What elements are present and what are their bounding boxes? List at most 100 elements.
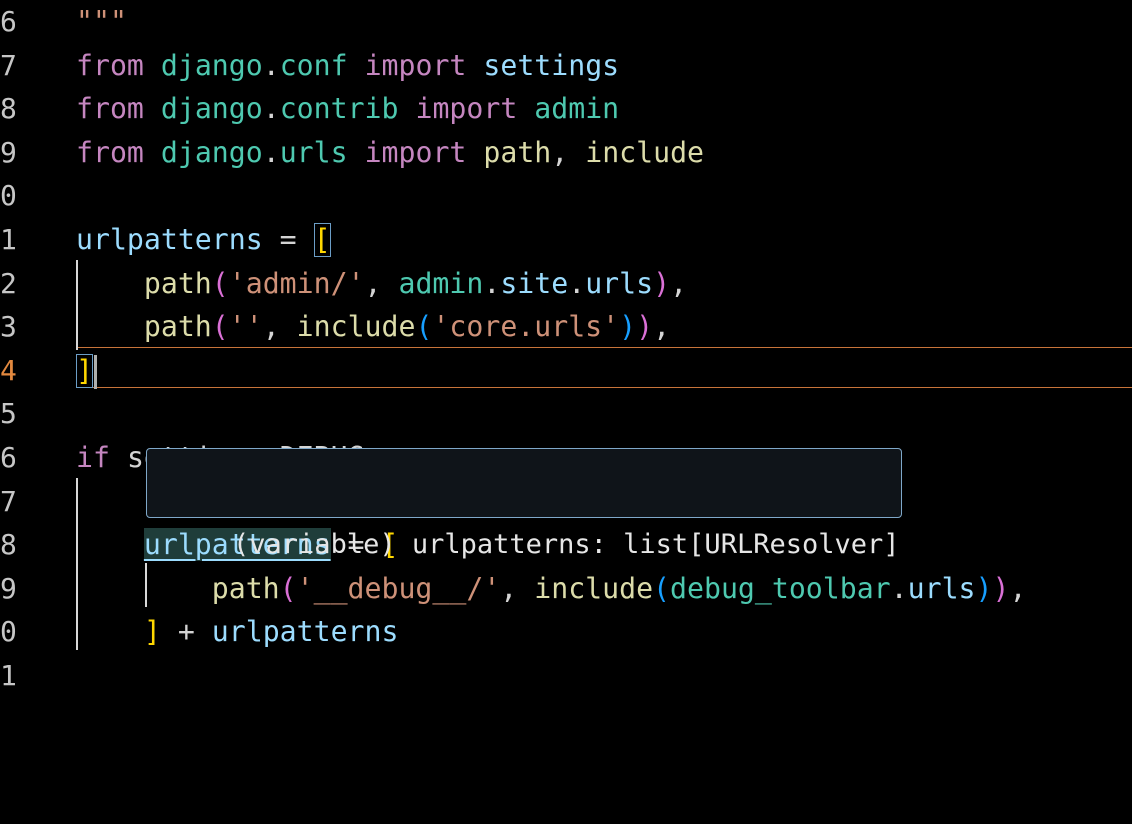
code-token: import — [364, 48, 467, 82]
indent-guide — [76, 478, 78, 650]
code-token: ) — [653, 266, 671, 300]
code-token: site — [500, 266, 569, 300]
code-token: ) — [975, 571, 993, 605]
hover-tooltip: (variable) urlpatterns: list[URLResolver… — [146, 448, 902, 560]
indent-guide — [145, 563, 147, 607]
line-number: 6 — [0, 441, 17, 474]
code-line[interactable]: 1 urlpatterns = [ — [0, 218, 1132, 262]
line-code[interactable]: ] + urlpatterns — [76, 610, 399, 654]
code-token: ) — [636, 310, 654, 344]
code-line[interactable]: 5 — [0, 392, 1132, 436]
code-token: '' — [228, 310, 263, 344]
line-code[interactable]: from django.contrib import admin — [76, 87, 619, 131]
line-number: 9 — [0, 135, 17, 169]
line-number: 2 — [0, 266, 17, 300]
code-token: , — [653, 310, 671, 344]
line-code[interactable]: from django.urls import path, include — [76, 131, 704, 175]
matched-bracket: [ — [313, 223, 331, 257]
code-token: django — [160, 48, 263, 82]
code-token: include — [585, 135, 705, 169]
line-code[interactable]: ] — [76, 349, 97, 393]
line-code[interactable]: from django.conf import settings — [76, 44, 619, 88]
code-token: . — [262, 48, 280, 82]
code-token: ( — [211, 266, 229, 300]
code-token: if — [76, 441, 110, 474]
code-line[interactable]: 2 path('admin/', admin.site.urls), — [0, 262, 1132, 306]
code-token: ) — [619, 310, 637, 344]
code-token: . — [262, 135, 280, 169]
code-line[interactable]: 0 — [0, 174, 1132, 218]
line-number: 0 — [0, 179, 17, 213]
code-token: admin — [398, 266, 484, 300]
line-code[interactable]: """ — [76, 0, 127, 44]
code-line[interactable]: 3 path('', include('core.urls')), — [0, 305, 1132, 349]
code-token: ( — [415, 310, 433, 344]
code-line[interactable]: 4] — [0, 349, 1132, 393]
code-token: path — [483, 135, 552, 169]
code-token: , — [670, 266, 688, 300]
code-token: , — [1009, 571, 1027, 605]
code-token: urlpatterns — [76, 223, 263, 256]
code-token: . — [262, 92, 280, 126]
code-token: from — [76, 135, 144, 169]
code-token: django — [160, 135, 263, 169]
code-token: . — [483, 266, 501, 300]
line-code[interactable]: urlpatterns = [ — [76, 218, 331, 262]
code-token: urlpatterns — [211, 615, 399, 649]
code-token: ] — [143, 615, 161, 649]
code-token: """ — [76, 5, 127, 38]
line-number: 1 — [0, 223, 17, 256]
code-token: ) — [992, 571, 1010, 605]
line-number: 5 — [0, 397, 17, 431]
code-line[interactable]: 9 from django.urls import path, include — [0, 131, 1132, 175]
code-token: import — [364, 135, 467, 169]
code-token: import — [415, 92, 518, 126]
line-number: 8 — [0, 92, 17, 126]
code-editor[interactable]: 6 """ 7 from django.conf import settings 8 fr… — [0, 0, 1132, 824]
code-token: contrib — [279, 92, 399, 126]
line-number: 0 — [0, 615, 17, 649]
code-token: django — [160, 92, 263, 126]
line-number: 6 — [0, 5, 17, 38]
code-token: conf — [279, 48, 348, 82]
line-number: 7 — [0, 484, 17, 518]
code-line[interactable]: 7 from django.conf import settings — [0, 44, 1132, 88]
code-token: path — [143, 266, 212, 300]
code-token: from — [76, 92, 144, 126]
line-number: 9 — [0, 571, 17, 605]
code-token: , — [262, 310, 297, 344]
code-token: ( — [211, 310, 229, 344]
code-token: , — [551, 135, 586, 169]
line-number: 8 — [0, 528, 17, 562]
code-token: urls — [279, 135, 348, 169]
code-line[interactable]: 1 — [0, 654, 1132, 698]
line-number: 1 — [0, 659, 17, 692]
code-line[interactable]: 8 from django.contrib import admin — [0, 87, 1132, 131]
code-token: 'core.urls' — [432, 310, 620, 344]
code-token: urls — [907, 571, 976, 605]
code-token: . — [568, 266, 586, 300]
code-line[interactable]: 6 """ — [0, 0, 1132, 44]
text-cursor — [93, 354, 97, 389]
code-token: include — [296, 310, 416, 344]
code-token: urls — [585, 266, 654, 300]
line-code[interactable]: path('', include('core.urls')), — [76, 305, 670, 349]
code-token: from — [76, 48, 144, 82]
code-token: , — [364, 266, 399, 300]
code-token: = — [262, 223, 314, 256]
line-code[interactable]: path('admin/', admin.site.urls), — [76, 262, 687, 306]
hover-tooltip-text: (variable) urlpatterns: list[URLResolver… — [233, 529, 900, 560]
code-token: path — [143, 310, 212, 344]
